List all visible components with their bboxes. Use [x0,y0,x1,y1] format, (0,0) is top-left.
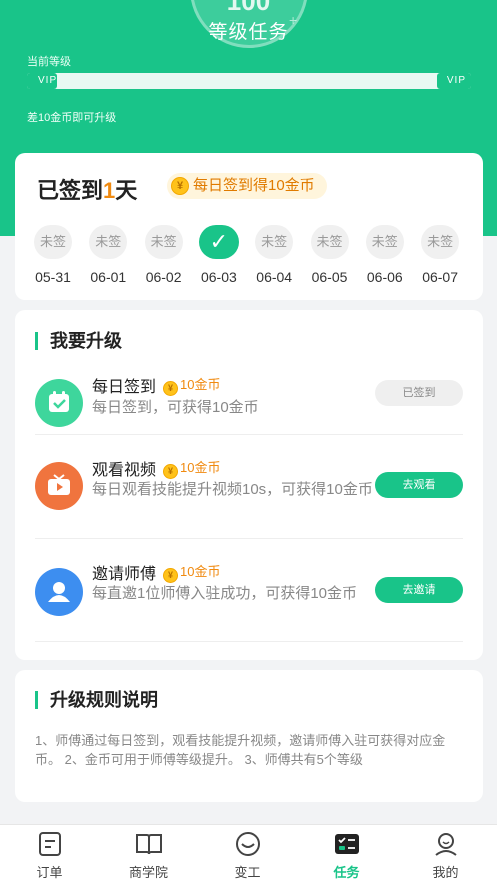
signin-date: 06-02 [145,269,182,285]
upgrade-hint: 差10金币即可升级 [27,112,117,124]
task-desc: 每日签到，可获得10金币 [92,399,259,416]
task-reward: ¥10金币 [163,561,220,583]
unsigned-badge: 未签 [34,225,72,259]
level-progress-bar: VIP VIP [27,73,471,89]
rules-section-title: 升级规则说明 [35,691,158,709]
signin-day: 未签 06-06 [357,225,413,285]
signin-date: 06-01 [90,269,127,285]
signin-day: ✓ 06-03 [191,225,247,285]
tab-label: 任务 [333,865,360,880]
tab-label: 商学院 [128,865,168,880]
unsigned-badge: 未签 [255,225,294,259]
task-reward-text: 10金币 [180,460,221,475]
book-icon [135,832,163,856]
task-desc: 每日观看技能提升视频10s，可获得10金币 [92,481,373,498]
signin-day: 未签 06-07 [412,225,468,285]
task-name: 观看视频 [92,462,157,479]
tab-label: 订单 [36,865,63,880]
divider [35,641,463,642]
smile-icon [234,832,262,856]
unsigned-badge: 未签 [144,225,183,259]
task-icon [333,832,361,856]
signin-day: 未签 06-01 [80,225,136,285]
tab-academy[interactable]: 商学院 [99,825,198,883]
sparkle-icon: + [289,12,298,28]
signed-check-icon: ✓ [198,225,239,259]
tab-orders[interactable]: 订单 [0,825,99,883]
daily-reward-text: 每日签到得10金币 [193,177,315,194]
task-invite-master: 邀请师傅 ¥10金币 每直邀1位师傅入驻成功，可获得10金币 去邀请 [35,556,463,636]
tab-label: 变工 [234,865,261,880]
watch-video-button[interactable]: 去观看 [375,472,463,498]
unsigned-badge: 未签 [310,225,349,259]
signin-day-list: 未签 05-31 未签 06-01 未签 06-02 ✓ 06-03 未签 06-04 未签 06-0… [15,225,483,285]
signin-date: 06-05 [311,269,348,285]
tab-label: 我的 [432,865,459,880]
order-icon [36,832,64,856]
signin-date: 06-03 [200,269,237,285]
task-desc: 每直邀1位师傅入驻成功，可获得10金币 [92,585,358,602]
unsigned-badge: 未签 [421,225,460,259]
tab-profile[interactable]: 我的 [396,825,495,883]
signin-day: 未签 06-05 [302,225,358,285]
task-watch-video: 观看视频 ¥10金币 每日观看技能提升视频10s，可获得10金币 去观看 [35,452,463,532]
level-score: 100 [226,0,271,16]
unsigned-badge: 未签 [89,225,128,259]
task-reward-text: 10金币 [180,564,221,579]
rules-card: 升级规则说明 1、师傅通过每日签到，观看技能提升视频，邀请师傅入驻可获得对应金币… [15,670,483,802]
calendar-icon [35,379,83,427]
coin-icon: ¥ [163,464,178,479]
signed-prefix: 已签到 [37,178,104,203]
signed-suffix: 天 [115,178,138,203]
signin-date: 06-06 [366,269,403,285]
signed-days-count: 1 [103,178,116,203]
signin-date: 05-31 [35,269,71,285]
daily-reward-badge: ¥ 每日签到得10金币 [167,173,327,199]
invite-master-button[interactable]: 去邀请 [375,577,463,603]
signin-day: 未签 05-31 [25,225,81,285]
vip-next-label: VIP [446,75,466,86]
coin-icon: ¥ [163,381,178,396]
coin-icon: ¥ [171,177,189,195]
current-level-label: 当前等级 [27,56,71,68]
divider [35,434,463,435]
signin-card: 已签到1天 ¥ 每日签到得10金币 未签 05-31 未签 06-01 未签 06-02 ✓… [15,153,483,300]
task-reward-text: 10金币 [180,377,221,392]
user-icon [35,568,83,616]
page-title: 等级任务 [208,22,289,43]
upgrade-card: 我要升级 每日签到 ¥10金币 每日签到，可获得10金币 已签到 观看视频 ¥1… [15,310,483,660]
bottom-tab-bar: 订单 商学院 变工 任务 我的 [0,824,497,883]
tab-work[interactable]: 变工 [198,825,297,883]
vip-current-label: VIP [38,75,58,86]
tab-tasks[interactable]: 任务 [297,825,396,883]
rules-text: 1、师傅通过每日签到，观看技能提升视频，邀请师傅入驻可获得对应金币。 2、金币可… [35,733,446,767]
task-daily-signin: 每日签到 ¥10金币 每日签到，可获得10金币 已签到 [35,370,463,440]
signin-day: 未签 06-04 [246,225,302,285]
unsigned-badge: 未签 [365,225,404,259]
upgrade-section-title: 我要升级 [35,332,122,350]
signin-date: 06-04 [256,269,293,285]
task-name: 每日签到 [92,379,157,396]
signin-day: 未签 06-02 [136,225,192,285]
signed-days-title: 已签到1天 [37,173,137,205]
divider [35,538,463,539]
tv-icon [35,462,83,510]
task-reward: ¥10金币 [163,457,220,479]
coin-icon: ¥ [163,568,178,583]
signed-in-button[interactable]: 已签到 [375,380,463,406]
profile-icon [432,832,460,856]
task-name: 邀请师傅 [92,566,157,583]
signin-date: 06-07 [422,269,458,285]
task-reward: ¥10金币 [163,374,220,396]
